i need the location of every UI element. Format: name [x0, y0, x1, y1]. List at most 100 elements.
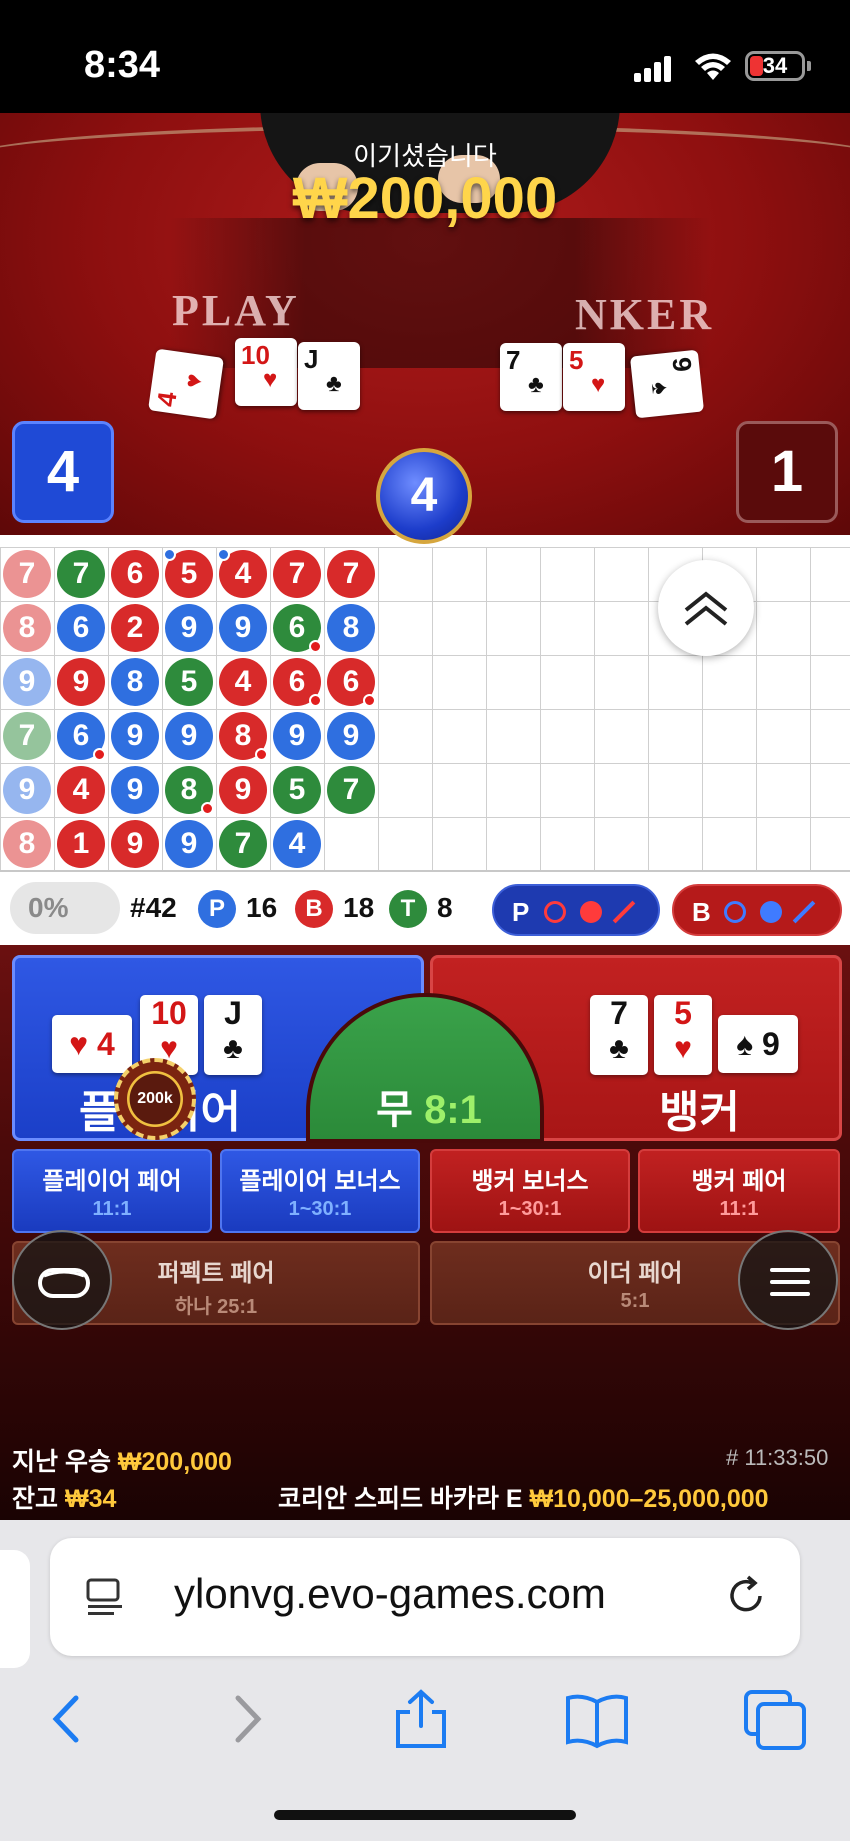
bead-B: 9 [57, 658, 105, 706]
round-id: # 11:33:50 [726, 1445, 829, 1470]
bet-banker-bonus-odds: 1~30:1 [498, 1198, 562, 1220]
bead-P: 6 [57, 604, 105, 652]
bead-T: 5 [273, 766, 321, 814]
bead-P: 8 [327, 604, 375, 652]
bead-P: 9 [165, 712, 213, 760]
banker-prediction-label: B [692, 897, 711, 927]
address-bar[interactable]: ylonvg.evo-games.com [50, 1538, 800, 1656]
bead-P: 9 [111, 712, 159, 760]
bead-B: 8 [3, 604, 51, 652]
bet-perfect-pair-label: 퍼펙트 페어 [157, 1260, 275, 1287]
bead-P: 9 [3, 766, 51, 814]
bet-player-pair[interactable]: 플레이어 페어 11:1 [12, 1149, 212, 1233]
bead-B: 9 [219, 766, 267, 814]
bead-T: 7 [57, 550, 105, 598]
pair-marker [93, 748, 106, 761]
bead-T: 5 [165, 658, 213, 706]
lobby-button[interactable] [12, 1230, 112, 1330]
bet-tie-label: 무 8:1 [376, 1088, 482, 1132]
bead-B: 8 [3, 820, 51, 868]
placed-chip[interactable]: 200k [114, 1058, 196, 1140]
back-icon[interactable] [32, 1684, 102, 1754]
previous-tab-peek[interactable] [0, 1550, 30, 1668]
small-road-dot-icon [580, 901, 602, 923]
bet-banker-bonus-label: 뱅커 보너스 [471, 1168, 589, 1195]
last-win: 지난 우승 ₩200,000 [12, 1448, 232, 1476]
pair-marker [163, 548, 176, 561]
bead-B: 9 [111, 820, 159, 868]
cockroach-slash-icon [792, 900, 816, 924]
pair-marker [255, 748, 268, 761]
stats-bar: 0% #42 P 16 B 18 T 8 P B [0, 870, 850, 945]
menu-button[interactable] [738, 1230, 838, 1330]
bet-banker-label: 뱅커 [659, 1088, 740, 1137]
tie-odds: 8:1 [424, 1088, 482, 1132]
bet-player-pair-label: 플레이어 페어 [42, 1168, 182, 1195]
banker-card-2: 5 ♥ [654, 995, 712, 1075]
collapse-button[interactable] [658, 560, 754, 656]
banker-score: 1 [736, 421, 838, 523]
cellular-signal-icon [634, 56, 672, 82]
banker-card-1: 7 ♣ [590, 995, 648, 1075]
tie-count-icon: T [389, 890, 427, 928]
battery-level: 34 [762, 53, 788, 78]
bead-P: 9 [273, 712, 321, 760]
pair-marker [309, 694, 322, 707]
bet-banker-pair-odds: 11:1 [719, 1198, 759, 1220]
banker-table-label: NKER [575, 290, 715, 339]
bet-banker-pair-label: 뱅커 페어 [691, 1168, 787, 1195]
player-prediction-button[interactable]: P [492, 884, 660, 936]
app-root: 8:34 34 PLAY NKER 이기셨습니다 ₩200,000 4 ♥ 10 ♥… [0, 0, 850, 1841]
share-icon[interactable] [386, 1684, 456, 1754]
big-eye-ring-icon [544, 901, 566, 923]
bead-P: 4 [273, 820, 321, 868]
bead-T: 7 [327, 766, 375, 814]
double-chevron-up-icon [684, 591, 728, 626]
round-number: #42 [130, 892, 177, 923]
percent-toggle[interactable]: 0% [10, 882, 120, 934]
table-info: 코리안 스피드 바카라 E ₩10,000–25,000,000 [278, 1485, 769, 1513]
bead-P: 9 [3, 658, 51, 706]
player-card-3: J ♣ [204, 995, 262, 1075]
tabs-icon[interactable] [740, 1684, 810, 1754]
bet-player-bonus-odds: 1~30:1 [288, 1198, 352, 1220]
bet-player-pair-odds: 11:1 [92, 1198, 132, 1220]
bead-T: 7 [3, 712, 51, 760]
hamburger-menu-icon [770, 1268, 810, 1296]
reader-icon[interactable] [82, 1574, 128, 1620]
bookmarks-icon[interactable] [562, 1684, 632, 1754]
table-card-player-2: 10 ♥ [235, 338, 297, 406]
battery-icon: 34 [745, 51, 805, 81]
table-view-icon [38, 1268, 90, 1298]
pair-marker [363, 694, 376, 707]
bead-B: 6 [111, 550, 159, 598]
balance-amount: ₩34 [64, 1485, 117, 1513]
bet-banker-bonus[interactable]: 뱅커 보너스 1~30:1 [430, 1149, 630, 1233]
result-ball: 4 [376, 448, 472, 544]
table-card-player-3: J ♣ [298, 342, 360, 410]
tie-count: 8 [437, 892, 453, 923]
player-score: 4 [12, 421, 114, 523]
big-eye-ring-icon [724, 901, 746, 923]
banker-count: 18 [343, 892, 375, 923]
bead-B: 7 [3, 550, 51, 598]
bead-B: 1 [57, 820, 105, 868]
bet-banker-pair[interactable]: 뱅커 페어 11:1 [638, 1149, 840, 1233]
banker-prediction-button[interactable]: B [672, 884, 842, 936]
url-text: ylonvg.evo-games.com [174, 1570, 606, 1617]
table-card-banker-2: 5 ♥ [563, 343, 625, 411]
reload-icon[interactable] [722, 1572, 770, 1620]
last-win-amount: ₩200,000 [117, 1448, 232, 1476]
bead-B: 7 [327, 550, 375, 598]
wifi-icon [695, 53, 731, 80]
bead-B: 2 [111, 604, 159, 652]
status-time: 8:34 [84, 44, 161, 86]
pair-marker [201, 802, 214, 815]
bead-P: 9 [111, 766, 159, 814]
banker-count-icon: B [295, 890, 333, 928]
bead-P: 9 [327, 712, 375, 760]
bet-player-bonus[interactable]: 플레이어 보너스 1~30:1 [220, 1149, 420, 1233]
player-count-icon: P [198, 890, 236, 928]
pair-marker [217, 548, 230, 561]
banker-card-3: ♠ 9 [718, 1015, 798, 1073]
